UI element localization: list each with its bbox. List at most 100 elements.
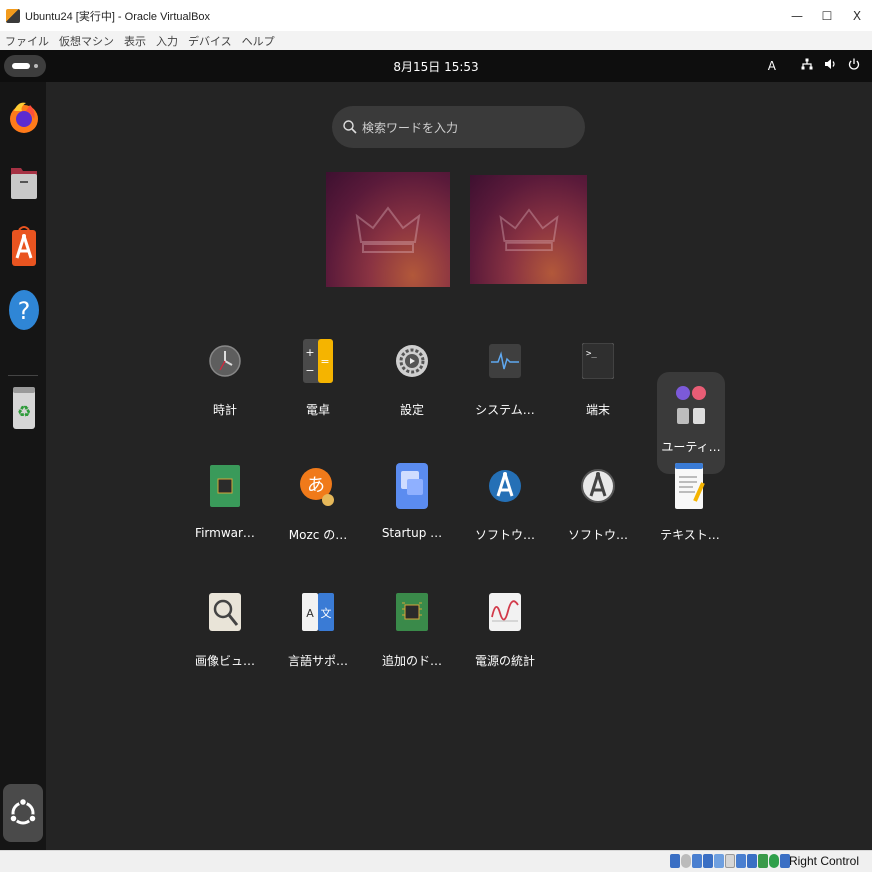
app-label: 時計 bbox=[212, 403, 237, 417]
help-icon[interactable]: ? bbox=[5, 287, 42, 332]
mozc-icon: あ bbox=[294, 462, 342, 510]
app-label: Firmwar… bbox=[195, 526, 255, 540]
search-field[interactable]: 検索ワードを入力 bbox=[332, 106, 585, 148]
gnome-top-bar: 8月15日 15:53 A bbox=[0, 50, 872, 82]
menu-view[interactable]: 表示 bbox=[119, 33, 151, 49]
app-label: 言語サポ… bbox=[287, 654, 348, 668]
app-label: 電卓 bbox=[305, 403, 330, 417]
app-label: 電源の統計 bbox=[474, 654, 535, 668]
firmware-icon bbox=[201, 462, 249, 510]
startup-disk-icon bbox=[388, 462, 436, 510]
close-button[interactable]: X bbox=[842, 0, 872, 31]
app-language-support[interactable]: A文 言語サポ… bbox=[273, 576, 363, 686]
dock-separator bbox=[8, 375, 38, 376]
input-method-indicator[interactable]: A bbox=[768, 59, 776, 73]
usb-icon[interactable] bbox=[714, 854, 724, 868]
firefox-icon[interactable] bbox=[5, 94, 42, 139]
app-terminal[interactable]: >_ 端末 bbox=[553, 325, 643, 435]
window-titlebar[interactable]: Ubuntu24 [実行中] - Oracle VirtualBox — ☐ X bbox=[0, 0, 872, 31]
menu-input[interactable]: 入力 bbox=[151, 33, 183, 49]
mouse-integration-icon[interactable] bbox=[769, 854, 779, 868]
app-label: 追加のド… bbox=[381, 654, 442, 668]
power-statistics-icon bbox=[481, 588, 529, 636]
app-power-statistics[interactable]: 電源の統計 bbox=[460, 576, 550, 686]
svg-text:−: − bbox=[305, 364, 314, 377]
terminal-icon: >_ bbox=[574, 337, 622, 385]
software-properties-icon bbox=[574, 462, 622, 510]
app-label: テキスト… bbox=[660, 528, 720, 542]
app-text-editor[interactable]: テキスト… bbox=[645, 450, 735, 560]
show-apps-button[interactable] bbox=[3, 784, 43, 842]
storage-icon[interactable] bbox=[670, 854, 680, 868]
guest-screen: 8月15日 15:53 A ? ♻ 検索ワードを入力 時計 + − = 電卓 設… bbox=[0, 50, 872, 850]
svg-text:A: A bbox=[306, 607, 314, 620]
svg-text:あ: あ bbox=[307, 475, 325, 496]
volume-icon[interactable] bbox=[824, 58, 837, 73]
window-title: Ubuntu24 [実行中] - Oracle VirtualBox bbox=[25, 10, 211, 23]
power-icon[interactable] bbox=[848, 58, 860, 73]
app-software-updater[interactable]: ソフトウ… bbox=[460, 450, 550, 560]
settings-icon bbox=[388, 337, 436, 385]
language-support-icon: A文 bbox=[294, 588, 342, 636]
network-adapter-icon[interactable] bbox=[703, 854, 713, 868]
text-editor-icon bbox=[666, 462, 714, 510]
clock-icon bbox=[201, 337, 249, 385]
system-tray[interactable]: A bbox=[768, 58, 860, 73]
menu-machine[interactable]: 仮想マシン bbox=[54, 33, 119, 49]
app-image-viewer[interactable]: 画像ビュ… bbox=[180, 576, 270, 686]
virtualization-icon[interactable] bbox=[758, 854, 768, 868]
svg-text:?: ? bbox=[17, 297, 30, 325]
app-software-properties[interactable]: ソフトウ… bbox=[553, 450, 643, 560]
app-additional-drivers[interactable]: 追加のド… bbox=[367, 576, 457, 686]
device-status-icons bbox=[670, 854, 790, 868]
host-key-label: Right Control bbox=[788, 854, 859, 868]
workspace-thumbnail-2[interactable] bbox=[470, 175, 587, 284]
app-label: ソフトウ… bbox=[567, 528, 628, 542]
wallpaper-crown-icon bbox=[355, 205, 421, 253]
app-label: ソフトウ… bbox=[474, 528, 535, 542]
wallpaper-crown-icon bbox=[498, 207, 559, 251]
search-placeholder: 検索ワードを入力 bbox=[362, 120, 459, 135]
app-system-monitor[interactable]: システム… bbox=[460, 325, 550, 435]
clock[interactable]: 8月15日 15:53 bbox=[0, 58, 872, 75]
menu-help[interactable]: ヘルプ bbox=[237, 33, 280, 49]
app-center-icon[interactable] bbox=[5, 223, 42, 268]
app-firmware[interactable]: Firmwar… bbox=[180, 450, 270, 560]
svg-text:=: = bbox=[320, 355, 329, 368]
maximize-button[interactable]: ☐ bbox=[812, 0, 842, 31]
system-monitor-icon bbox=[481, 337, 529, 385]
app-label: Mozc の… bbox=[288, 528, 348, 542]
svg-text:>_: >_ bbox=[586, 349, 597, 359]
shared-folders-icon[interactable] bbox=[725, 854, 735, 868]
virtualbox-icon bbox=[6, 8, 20, 23]
app-startup-disk[interactable]: Startup … bbox=[367, 450, 457, 560]
minimize-button[interactable]: — bbox=[782, 0, 812, 31]
app-label: 画像ビュ… bbox=[194, 654, 255, 668]
svg-text:文: 文 bbox=[321, 606, 332, 620]
vbox-status-bar: Right Control bbox=[0, 850, 872, 872]
app-mozc[interactable]: あ Mozc の… bbox=[273, 450, 363, 560]
menubar: ファイル 仮想マシン 表示 入力 デバイス ヘルプ bbox=[0, 31, 872, 50]
image-viewer-icon bbox=[201, 588, 249, 636]
trash-icon[interactable]: ♻ bbox=[5, 385, 42, 430]
dock: ? ♻ bbox=[0, 82, 46, 850]
audio-icon[interactable] bbox=[692, 854, 702, 868]
utilities-folder-icon bbox=[667, 380, 715, 428]
network-icon[interactable] bbox=[801, 58, 813, 73]
calculator-icon: + − = bbox=[294, 337, 342, 385]
menu-devices[interactable]: デバイス bbox=[183, 33, 237, 49]
display-icon[interactable] bbox=[736, 854, 746, 868]
app-label: Startup … bbox=[381, 526, 443, 540]
app-label: 端末 bbox=[585, 403, 610, 417]
software-updater-icon bbox=[481, 462, 529, 510]
svg-text:♻: ♻ bbox=[16, 402, 30, 421]
workspace-thumbnail-1[interactable] bbox=[326, 172, 450, 287]
ubuntu-logo-icon bbox=[9, 798, 37, 825]
app-calculator[interactable]: + − = 電卓 bbox=[273, 325, 363, 435]
menu-file[interactable]: ファイル bbox=[0, 33, 54, 49]
app-settings[interactable]: 設定 bbox=[367, 325, 457, 435]
recording-icon[interactable] bbox=[747, 854, 757, 868]
app-clock[interactable]: 時計 bbox=[180, 325, 270, 435]
files-icon[interactable] bbox=[5, 159, 42, 204]
optical-drive-icon[interactable] bbox=[681, 854, 691, 868]
